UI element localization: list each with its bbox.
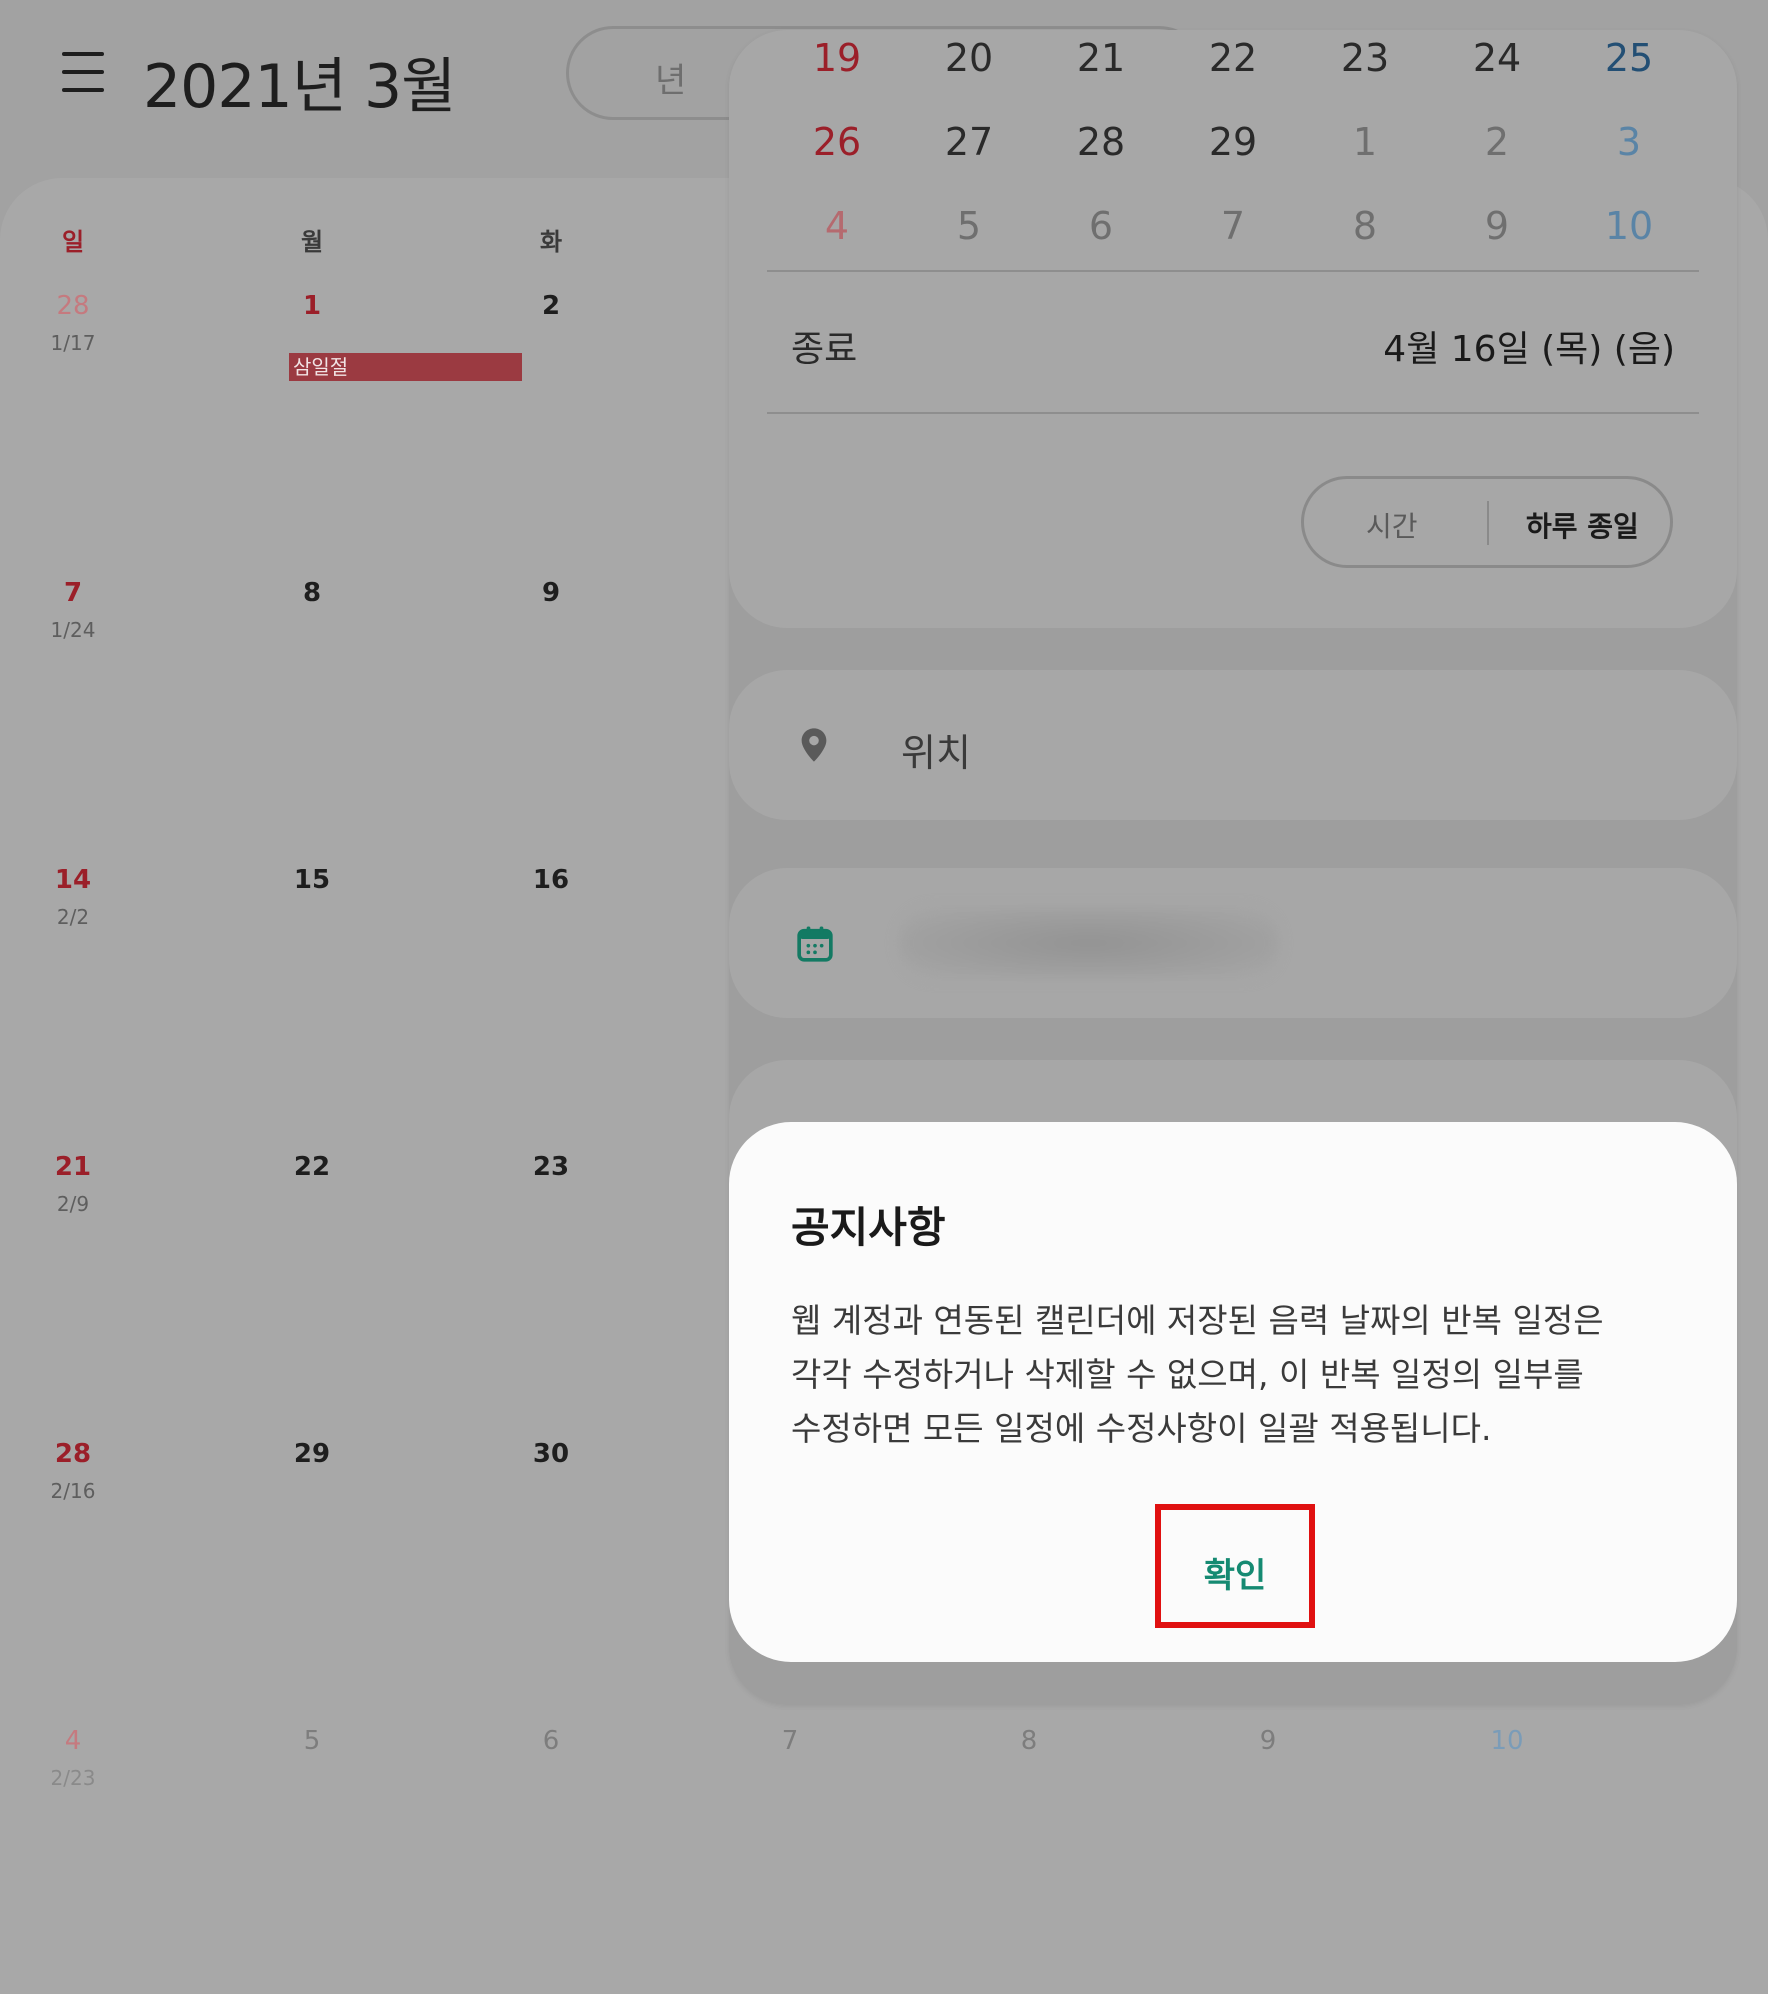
date-picker-card: 19 20 21 22 23 24 25 26 27 28 29 1 2 3 4…	[729, 30, 1737, 628]
mini-calendar-day[interactable]: 8	[1315, 204, 1415, 248]
allday-option[interactable]: 하루 종일	[1526, 505, 1639, 545]
mini-calendar-day[interactable]: 28	[1051, 120, 1151, 164]
day-cell[interactable]: 29	[262, 1439, 362, 1469]
divider	[767, 270, 1699, 272]
mini-calendar-day[interactable]: 2	[1447, 120, 1547, 164]
day-cell[interactable]: 6	[501, 1726, 601, 1756]
mini-calendar-day[interactable]: 5	[919, 204, 1019, 248]
day-cell[interactable]: 9	[501, 578, 601, 608]
dialog-message-line: 각각 수정하거나 삭제할 수 없으며, 이 반복 일정의 일부를	[791, 1355, 1584, 1394]
day-cell[interactable]: 5	[262, 1726, 362, 1756]
location-placeholder: 위치	[901, 731, 971, 775]
mini-calendar-day[interactable]: 23	[1315, 36, 1415, 80]
location-field[interactable]: 위치	[729, 670, 1737, 820]
day-cell[interactable]: 14	[23, 865, 123, 895]
day-cell[interactable]: 21	[23, 1152, 123, 1182]
day-cell[interactable]: 8	[979, 1726, 1079, 1756]
day-cell[interactable]: 28	[23, 1439, 123, 1469]
mini-calendar-day[interactable]: 7	[1183, 204, 1283, 248]
mini-calendar-day[interactable]: 6	[1051, 204, 1151, 248]
weekday-sunday: 일	[61, 228, 85, 256]
calendar-selector[interactable]	[729, 868, 1737, 1018]
day-cell[interactable]: 10	[1457, 1726, 1557, 1756]
weekday-tuesday: 화	[539, 228, 563, 256]
mini-calendar-day[interactable]: 19	[787, 36, 887, 80]
menu-icon	[62, 52, 104, 56]
divider	[767, 412, 1699, 414]
mini-calendar-day[interactable]: 29	[1183, 120, 1283, 164]
day-cell[interactable]: 15	[262, 865, 362, 895]
month-title[interactable]: 2021년 3월	[143, 38, 456, 125]
menu-button[interactable]	[62, 52, 106, 92]
dialog-message-line: 수정하면 모든 일정에 수정사항이 일괄 적용됩니다.	[791, 1409, 1492, 1448]
mini-calendar-day[interactable]: 3	[1579, 120, 1679, 164]
lunar-date: 2/2	[56, 905, 90, 929]
day-cell[interactable]: 23	[501, 1152, 601, 1182]
mini-calendar-day[interactable]: 20	[919, 36, 1019, 80]
lunar-date: 2/16	[50, 1479, 96, 1503]
time-allday-toggle[interactable]: 시간 하루 종일	[1301, 476, 1673, 568]
mini-calendar-day[interactable]: 10	[1579, 204, 1679, 248]
location-pin-icon	[801, 728, 827, 762]
view-year-label: 년	[655, 61, 687, 101]
day-cell[interactable]: 2	[501, 291, 601, 321]
day-cell[interactable]: 16	[501, 865, 601, 895]
day-cell[interactable]: 7	[740, 1726, 840, 1756]
confirm-button-label: 확인	[1203, 1556, 1267, 1596]
day-cell[interactable]: 7	[23, 578, 123, 608]
time-option[interactable]: 시간	[1366, 505, 1418, 545]
mini-calendar-day[interactable]: 4	[787, 204, 887, 248]
day-cell[interactable]: 30	[501, 1439, 601, 1469]
dialog-title: 공지사항	[791, 1203, 946, 1252]
dialog-message-line: 웹 계정과 연동된 캘린더에 저장된 음력 날짜의 반복 일정은	[791, 1301, 1604, 1340]
mini-calendar-day[interactable]: 9	[1447, 204, 1547, 248]
day-cell[interactable]: 28	[23, 291, 123, 321]
mini-calendar-day[interactable]: 27	[919, 120, 1019, 164]
day-cell[interactable]: 22	[262, 1152, 362, 1182]
mini-calendar-day[interactable]: 24	[1447, 36, 1547, 80]
end-date-label: 종료	[791, 329, 858, 370]
day-cell[interactable]: 9	[1218, 1726, 1318, 1756]
weekday-monday: 월	[300, 228, 324, 256]
end-date-value[interactable]: 4월 16일 (목) (음)	[1383, 320, 1675, 372]
lunar-date: 2/9	[56, 1192, 90, 1216]
mini-calendar-day[interactable]: 21	[1051, 36, 1151, 80]
calendar-account-name-redacted	[899, 908, 1279, 978]
mini-calendar-day[interactable]: 26	[787, 120, 887, 164]
lunar-date: 2/23	[50, 1766, 96, 1790]
lunar-date: 1/17	[50, 331, 96, 355]
notice-dialog: 공지사항 웹 계정과 연동된 캘린더에 저장된 음력 날짜의 반복 일정은 각각…	[729, 1122, 1737, 1662]
day-cell[interactable]: 1	[262, 291, 362, 321]
mini-calendar-day[interactable]: 1	[1315, 120, 1415, 164]
day-cell[interactable]: 8	[262, 578, 362, 608]
day-cell[interactable]: 4	[23, 1726, 123, 1756]
calendar-icon	[797, 926, 833, 962]
holiday-event[interactable]: 삼일절	[289, 353, 522, 381]
dialog-message: 웹 계정과 연동된 캘린더에 저장된 음력 날짜의 반복 일정은 각각 수정하거…	[791, 1294, 1691, 1456]
mini-calendar-day[interactable]: 22	[1183, 36, 1283, 80]
toggle-separator	[1487, 501, 1489, 545]
lunar-date: 1/24	[50, 618, 96, 642]
confirm-button[interactable]: 확인	[1155, 1504, 1315, 1628]
mini-calendar-day[interactable]: 25	[1579, 36, 1679, 80]
